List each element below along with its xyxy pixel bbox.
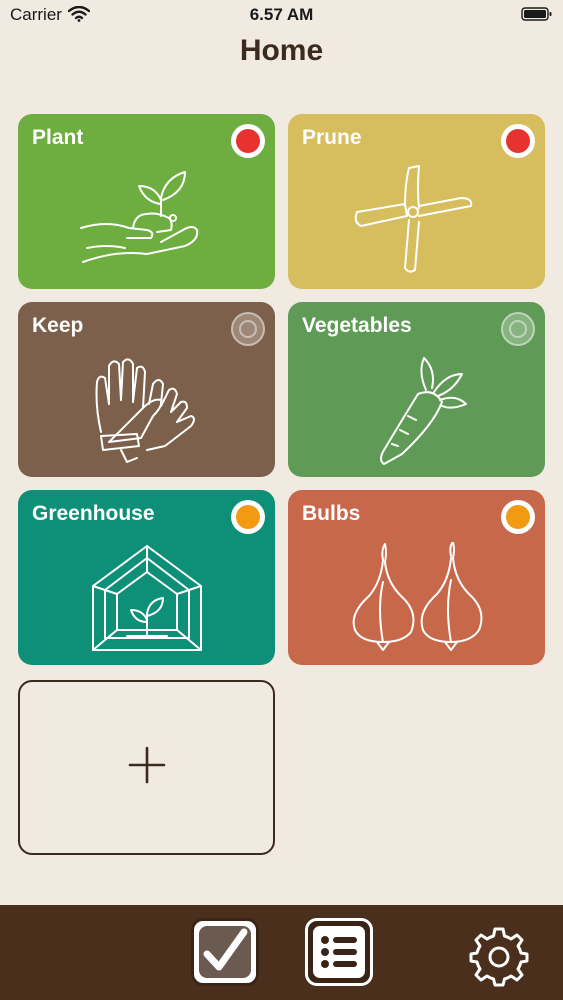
bulbs-icon — [347, 541, 487, 659]
tile-label: Plant — [32, 126, 84, 149]
tile-bulbs[interactable]: Bulbs — [288, 490, 545, 665]
tile-label: Greenhouse — [32, 502, 155, 525]
battery-icon — [521, 6, 553, 27]
list-tab-button[interactable] — [305, 918, 373, 986]
list-icon — [308, 921, 370, 988]
checklist-icon — [194, 921, 256, 988]
greenhouse-icon — [87, 542, 207, 659]
tile-label: Prune — [302, 126, 362, 149]
tab-bar — [0, 905, 563, 1000]
hand-seedling-icon — [77, 164, 217, 279]
status-indicator[interactable] — [231, 124, 265, 158]
settings-tab-button[interactable] — [467, 923, 531, 987]
status-indicator[interactable] — [231, 312, 265, 346]
status-dot — [236, 129, 260, 153]
status-dot — [236, 505, 260, 529]
checklist-tab-button[interactable] — [191, 918, 259, 986]
gloves-icon — [87, 354, 207, 469]
tile-prune[interactable]: Prune — [288, 114, 545, 289]
status-dot — [509, 320, 527, 338]
status-dot — [506, 505, 530, 529]
gear-icon — [467, 927, 531, 991]
status-dot — [239, 320, 257, 338]
tile-label: Vegetables — [302, 314, 412, 337]
status-indicator[interactable] — [501, 124, 535, 158]
pruning-shears-icon — [347, 164, 487, 284]
page-title: Home — [239, 34, 324, 67]
carrot-icon — [362, 354, 472, 474]
status-indicator[interactable] — [501, 312, 535, 346]
status-indicator[interactable] — [501, 500, 535, 534]
status-bar: Carrier 6.57 AM — [0, 0, 563, 30]
status-time: 6.57 AM — [249, 5, 314, 24]
tile-greenhouse[interactable]: Greenhouse — [18, 490, 275, 665]
status-indicator[interactable] — [231, 500, 265, 534]
tile-keep[interactable]: Keep — [18, 302, 275, 477]
status-dot — [506, 129, 530, 153]
tile-plant[interactable]: Plant — [18, 114, 275, 289]
tile-label: Keep — [32, 314, 84, 337]
add-category-button[interactable] — [18, 680, 275, 855]
tile-vegetables[interactable]: Vegetables — [288, 302, 545, 477]
plus-icon — [127, 745, 167, 790]
tile-label: Bulbs — [302, 502, 361, 525]
